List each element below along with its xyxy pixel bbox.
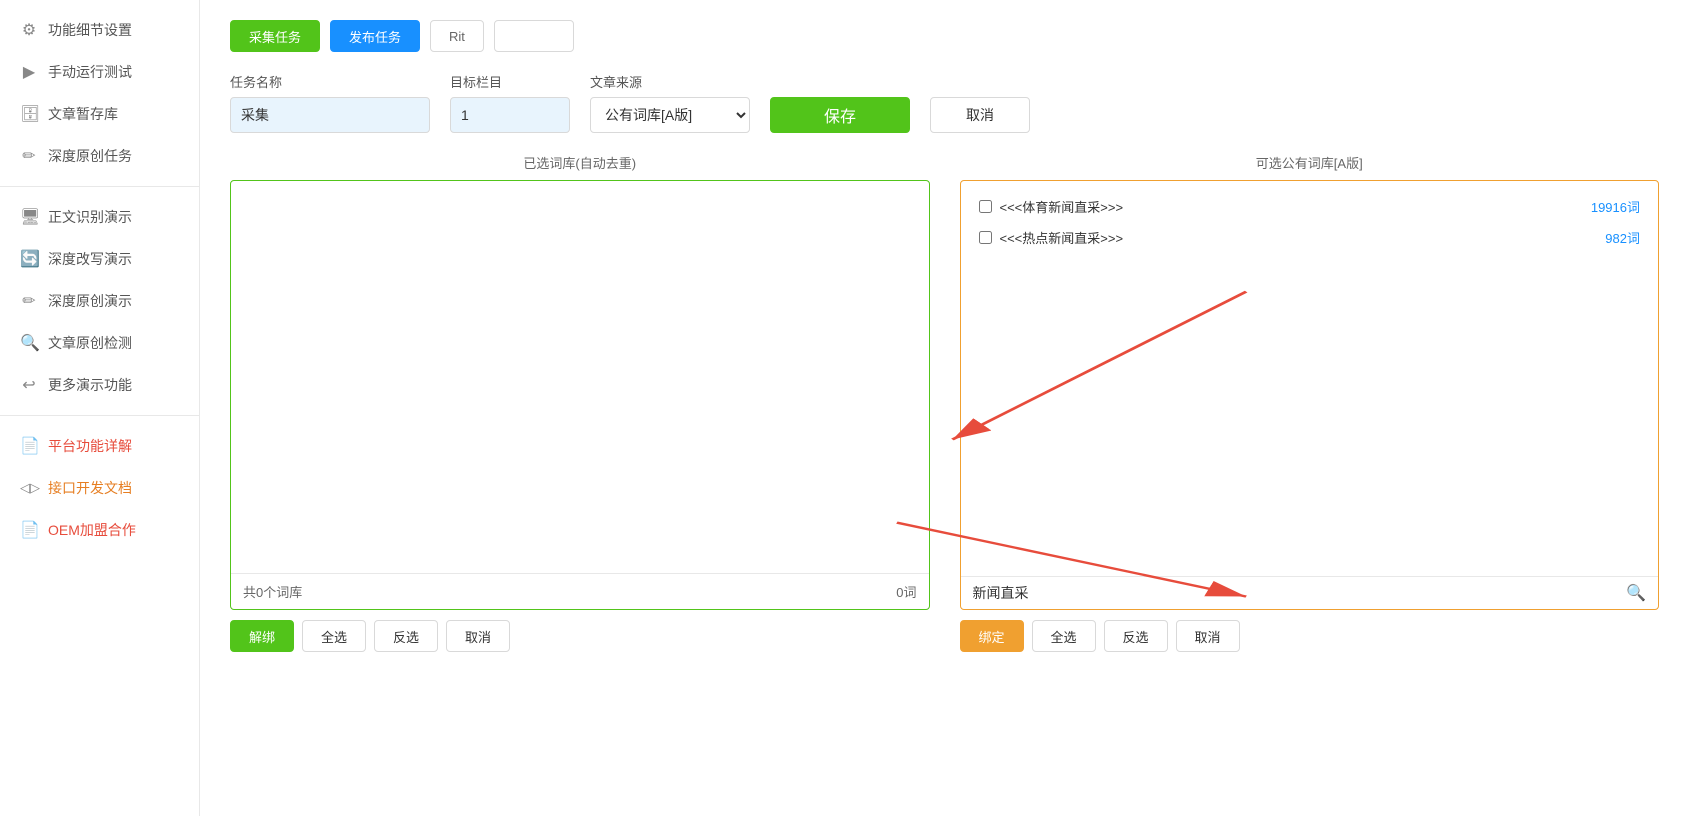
sidebar-item-article-detection[interactable]: 🔍 文章原创检测 (0, 323, 199, 363)
tab-rit[interactable]: Rit (430, 20, 484, 52)
sidebar-item-function-settings[interactable]: ⚙ 功能细节设置 (0, 10, 199, 50)
sidebar-item-deep-rewrite[interactable]: 🔄 深度改写演示 (0, 239, 199, 279)
panel-item-checkbox-0[interactable] (979, 200, 992, 213)
doc2-icon: 📄 (20, 520, 38, 540)
right-panel-search-footer: 🔍 (961, 576, 1659, 609)
right-panel-title: 可选公有词库[A版] (960, 153, 1660, 172)
tab-publish[interactable]: 发布任务 (330, 20, 420, 52)
panel-item-0[interactable]: <<<体育新闻直采>>> 19916词 (971, 191, 1649, 222)
panels-wrapper: 已选词库(自动去重) 共0个词库 0词 解绑 全选 反选 取消 (230, 153, 1659, 652)
left-panel-box: 共0个词库 0词 (230, 180, 930, 610)
top-buttons-row: 采集任务 发布任务 Rit (230, 20, 1659, 52)
sidebar-item-more-features[interactable]: ↩ 更多演示功能 (0, 365, 199, 405)
panels-row: 已选词库(自动去重) 共0个词库 0词 解绑 全选 反选 取消 (230, 153, 1659, 652)
task-name-group: 任务名称 (230, 72, 430, 133)
sidebar-item-label: 深度改写演示 (48, 249, 132, 269)
cancel-button[interactable]: 取消 (930, 97, 1030, 133)
sidebar-item-deep-original-demo[interactable]: ✏ 深度原创演示 (0, 281, 199, 321)
sidebar-item-label: 更多演示功能 (48, 375, 132, 395)
panel-item-label-0: <<<体育新闻直采>>> (1000, 197, 1583, 216)
invert-right-button[interactable]: 反选 (1104, 620, 1168, 652)
panel-item-1[interactable]: <<<热点新闻直采>>> 982词 (971, 222, 1649, 253)
task-name-label: 任务名称 (230, 72, 430, 91)
article-source-label: 文章来源 (590, 72, 750, 91)
sidebar-item-label: 正文识别演示 (48, 207, 132, 227)
sidebar-item-label: 功能细节设置 (48, 20, 132, 40)
select-all-right-button[interactable]: 全选 (1032, 620, 1096, 652)
left-panel-title: 已选词库(自动去重) (230, 153, 930, 172)
tab-extra[interactable] (494, 20, 574, 52)
sidebar-item-oem-partner[interactable]: 📄 OEM加盟合作 (0, 510, 199, 550)
left-panel-words: 0词 (896, 582, 916, 601)
sidebar: ⚙ 功能细节设置 ▶ 手动运行测试 🗄 文章暂存库 ✏ 深度原创任务 🖥 正文识… (0, 0, 200, 816)
sidebar-item-label: 深度原创演示 (48, 291, 132, 311)
bind-button[interactable]: 绑定 (960, 620, 1024, 652)
doc-icon: 📄 (20, 436, 38, 456)
database-icon: 🗄 (20, 104, 38, 124)
target-column-group: 目标栏目 (450, 72, 570, 133)
right-action-row: 绑定 全选 反选 取消 (960, 620, 1660, 652)
unbind-button[interactable]: 解绑 (230, 620, 294, 652)
form-row: 任务名称 目标栏目 文章来源 公有词库[A版] 私有词库 其他 保存 取消 (230, 72, 1659, 133)
right-panel-box: <<<体育新闻直采>>> 19916词 <<<热点新闻直采>>> 982词 🔍 (960, 180, 1660, 610)
panel-item-label-1: <<<热点新闻直采>>> (1000, 228, 1598, 247)
sidebar-item-label: 接口开发文档 (48, 478, 132, 498)
search-icon[interactable]: 🔍 (1626, 583, 1646, 603)
edit2-icon: ✏ (20, 291, 38, 311)
panel-item-count-1: 982词 (1605, 228, 1640, 247)
left-panel-content (231, 181, 929, 573)
sidebar-item-deep-original[interactable]: ✏ 深度原创任务 (0, 136, 199, 176)
sidebar-item-label: 文章暂存库 (48, 104, 118, 124)
main-content: 采集任务 发布任务 Rit 任务名称 目标栏目 文章来源 公有词库[A版] 私有… (200, 0, 1689, 816)
search-icon: 🔍 (20, 333, 38, 353)
save-button[interactable]: 保存 (770, 97, 910, 133)
target-column-input[interactable] (450, 97, 570, 133)
target-column-label: 目标栏目 (450, 72, 570, 91)
left-panel: 已选词库(自动去重) 共0个词库 0词 解绑 全选 反选 取消 (230, 153, 930, 652)
sidebar-item-manual-run[interactable]: ▶ 手动运行测试 (0, 52, 199, 92)
refresh-icon: 🔄 (20, 249, 38, 269)
right-panel: 可选公有词库[A版] <<<体育新闻直采>>> 19916词 <<<热点新闻直采… (960, 153, 1660, 652)
sidebar-item-api-doc[interactable]: ◁▷ 接口开发文档 (0, 468, 199, 508)
article-source-group: 文章来源 公有词库[A版] 私有词库 其他 (590, 72, 750, 133)
left-action-row: 解绑 全选 反选 取消 (230, 620, 930, 652)
left-panel-count: 共0个词库 (243, 582, 302, 601)
sidebar-item-label: 手动运行测试 (48, 62, 132, 82)
sidebar-item-label: OEM加盟合作 (48, 520, 136, 540)
invert-left-button[interactable]: 反选 (374, 620, 438, 652)
select-all-left-button[interactable]: 全选 (302, 620, 366, 652)
article-source-select[interactable]: 公有词库[A版] 私有词库 其他 (590, 97, 750, 133)
sidebar-item-platform-detail[interactable]: 📄 平台功能详解 (0, 426, 199, 466)
sidebar-item-article-draft[interactable]: 🗄 文章暂存库 (0, 94, 199, 134)
play-icon: ▶ (20, 62, 38, 82)
cancel-right-button[interactable]: 取消 (1176, 620, 1240, 652)
tab-collect[interactable]: 采集任务 (230, 20, 320, 52)
arrow-icon: ↩ (20, 375, 38, 395)
right-panel-content: <<<体育新闻直采>>> 19916词 <<<热点新闻直采>>> 982词 (961, 181, 1659, 576)
monitor-icon: 🖥 (20, 207, 38, 227)
cancel-left-button[interactable]: 取消 (446, 620, 510, 652)
sidebar-divider-2 (0, 415, 199, 416)
gear-icon: ⚙ (20, 20, 38, 40)
code-icon: ◁▷ (20, 480, 38, 496)
panel-item-checkbox-1[interactable] (979, 231, 992, 244)
edit-icon: ✏ (20, 146, 38, 166)
sidebar-item-label: 深度原创任务 (48, 146, 132, 166)
sidebar-divider-1 (0, 186, 199, 187)
sidebar-item-label: 平台功能详解 (48, 436, 132, 456)
panel-item-count-0: 19916词 (1591, 197, 1640, 216)
sidebar-item-text-recognition[interactable]: 🖥 正文识别演示 (0, 197, 199, 237)
left-panel-footer: 共0个词库 0词 (231, 573, 929, 609)
task-name-input[interactable] (230, 97, 430, 133)
sidebar-item-label: 文章原创检测 (48, 333, 132, 353)
panel-search-input[interactable] (973, 585, 1621, 601)
